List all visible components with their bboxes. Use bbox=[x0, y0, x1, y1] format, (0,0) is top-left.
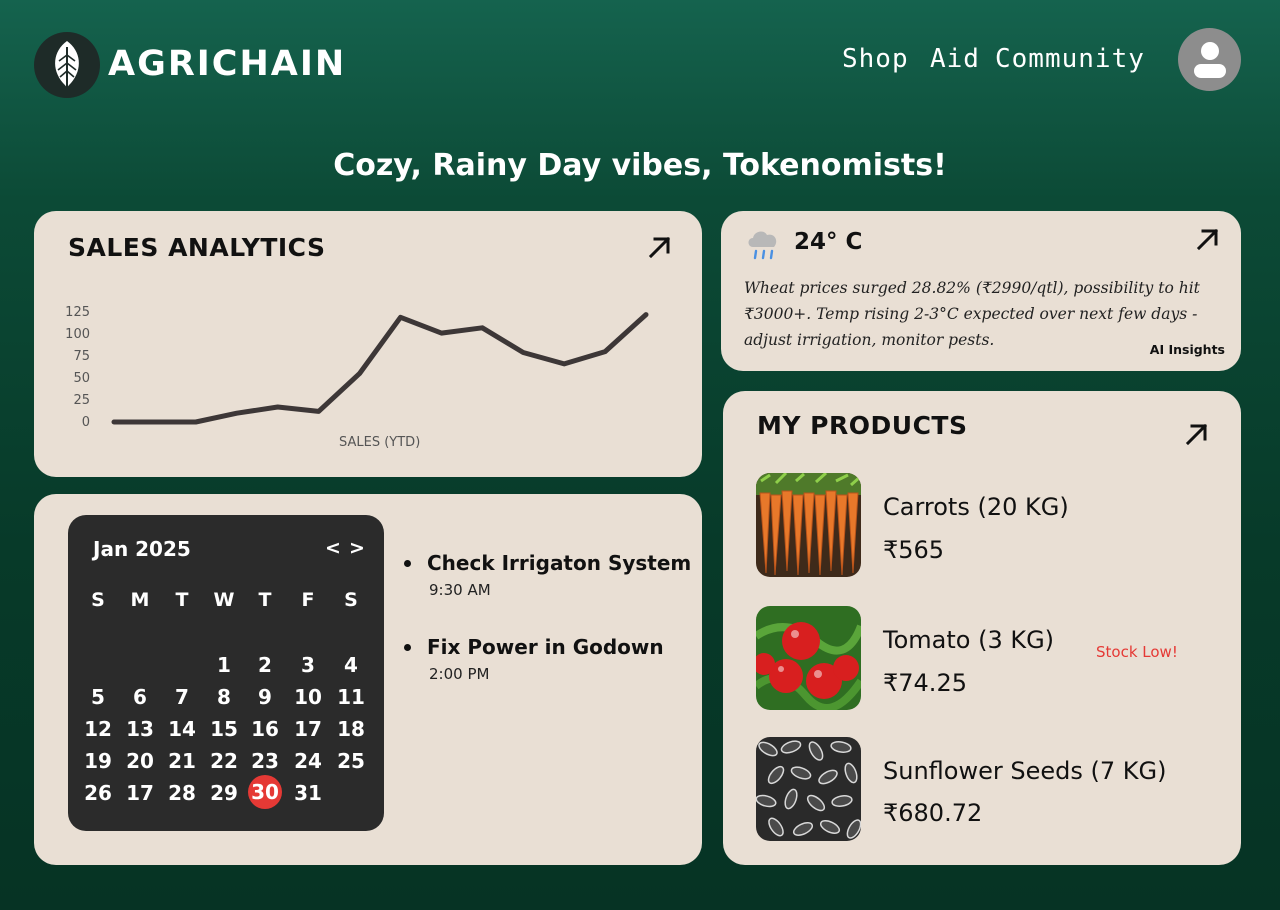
ai-insight-text: Wheat prices surged 28.82% (₹2990/qtl), … bbox=[744, 279, 1200, 349]
calendar-day[interactable]: 10 bbox=[291, 685, 325, 709]
arrow-up-right-icon bbox=[1185, 423, 1208, 446]
calendar-day[interactable]: 21 bbox=[165, 749, 199, 773]
calendar-day[interactable]: 24 bbox=[291, 749, 325, 773]
weather-expand-button[interactable] bbox=[1195, 226, 1221, 256]
avatar[interactable] bbox=[1178, 28, 1241, 91]
products-title: MY PRODUCTS bbox=[757, 411, 968, 440]
calendar-day[interactable]: 5 bbox=[81, 685, 115, 709]
calendar-day[interactable]: 18 bbox=[334, 717, 368, 741]
calendar-day[interactable]: 3 bbox=[291, 653, 325, 677]
calendar-day[interactable]: 19 bbox=[81, 749, 115, 773]
bullet-icon bbox=[404, 560, 411, 567]
task-time: 9:30 AM bbox=[429, 581, 491, 599]
weather-insights-card: 24° C Wheat prices surged 28.82% (₹2990/… bbox=[721, 211, 1241, 371]
schedule-card: Jan 2025 < > S M T W T F S 1 2 3 4 5 6 7 8 9 10 11 12 13 14 1… bbox=[34, 494, 702, 865]
sales-series-line bbox=[111, 312, 649, 425]
sales-analytics-card: SALES ANALYTICS 125 100 75 50 25 0 SALES… bbox=[34, 211, 702, 477]
carrots-image[interactable] bbox=[756, 473, 861, 577]
product-name[interactable]: Carrots (20 KG) bbox=[883, 493, 1069, 521]
logo-badge[interactable] bbox=[34, 32, 100, 98]
calendar: Jan 2025 < > S M T W T F S 1 2 3 4 5 6 7 8 9 10 11 12 13 14 1… bbox=[68, 515, 384, 831]
task-title: Fix Power in Godown bbox=[427, 635, 664, 659]
calendar-day[interactable]: 14 bbox=[165, 717, 199, 741]
calendar-day[interactable]: 17 bbox=[291, 717, 325, 741]
arrow-up-right-icon bbox=[1196, 228, 1219, 251]
calendar-day[interactable]: 12 bbox=[81, 717, 115, 741]
temperature: 24° C bbox=[794, 229, 863, 255]
calendar-day[interactable]: 17 bbox=[123, 781, 157, 805]
my-products-card: MY PRODUCTS Carrots (20 KG) ₹565 Tomato … bbox=[723, 391, 1241, 865]
greeting: Cozy, Rainy Day vibes, Tokenomists! bbox=[333, 148, 947, 183]
calendar-day[interactable]: 25 bbox=[334, 749, 368, 773]
calendar-day[interactable]: 29 bbox=[207, 781, 241, 805]
calendar-day[interactable]: 16 bbox=[248, 717, 282, 741]
products-expand-button[interactable] bbox=[1184, 421, 1210, 451]
product-price: ₹680.72 bbox=[883, 799, 983, 827]
calendar-prev-button[interactable]: < bbox=[325, 537, 341, 559]
weekday-label: W bbox=[213, 589, 235, 611]
weekday-label: S bbox=[91, 589, 105, 611]
weekday-label: F bbox=[301, 589, 315, 611]
calendar-day[interactable]: 23 bbox=[248, 749, 282, 773]
calendar-day[interactable]: 20 bbox=[123, 749, 157, 773]
sunflower-seeds-image[interactable] bbox=[756, 737, 861, 841]
weekday-label: T bbox=[175, 589, 189, 611]
product-price: ₹74.25 bbox=[883, 669, 967, 697]
product-name[interactable]: Tomato (3 KG) bbox=[883, 626, 1054, 654]
calendar-day-today[interactable]: 30 bbox=[248, 775, 282, 809]
calendar-day[interactable]: 31 bbox=[291, 781, 325, 805]
calendar-day[interactable]: 26 bbox=[81, 781, 115, 805]
weekday-label: M bbox=[130, 589, 150, 611]
calendar-day[interactable]: 28 bbox=[165, 781, 199, 805]
calendar-day[interactable]: 11 bbox=[334, 685, 368, 709]
user-icon bbox=[1193, 41, 1226, 78]
header: AGRICHAIN Shop Aid Community bbox=[0, 0, 1280, 130]
calendar-day[interactable]: 2 bbox=[248, 653, 282, 677]
leaf-icon bbox=[55, 41, 79, 89]
nav-community[interactable]: Community bbox=[995, 44, 1145, 74]
calendar-day[interactable]: 8 bbox=[207, 685, 241, 709]
calendar-day[interactable]: 15 bbox=[207, 717, 241, 741]
calendar-day[interactable]: 22 bbox=[207, 749, 241, 773]
stock-low-badge: Stock Low! bbox=[1096, 643, 1178, 661]
calendar-day[interactable]: 1 bbox=[207, 653, 241, 677]
ai-insights-tag: AI Insights bbox=[1149, 342, 1225, 357]
calendar-day[interactable]: 7 bbox=[165, 685, 199, 709]
x-axis-label: SALES (YTD) bbox=[339, 435, 421, 450]
weekday-label: T bbox=[258, 589, 272, 611]
task-time: 2:00 PM bbox=[429, 665, 490, 683]
task-title: Check Irrigaton System bbox=[427, 551, 692, 575]
weekday-label: S bbox=[344, 589, 358, 611]
nav-aid[interactable]: Aid bbox=[930, 44, 980, 74]
bullet-icon bbox=[404, 644, 411, 651]
calendar-next-button[interactable]: > bbox=[349, 537, 365, 559]
rain-cloud-icon bbox=[748, 231, 777, 260]
calendar-month: Jan 2025 bbox=[93, 537, 191, 561]
product-name[interactable]: Sunflower Seeds (7 KG) bbox=[883, 757, 1166, 785]
nav-shop[interactable]: Shop bbox=[842, 44, 909, 74]
calendar-day[interactable]: 6 bbox=[123, 685, 157, 709]
calendar-day[interactable]: 13 bbox=[123, 717, 157, 741]
calendar-day[interactable]: 4 bbox=[334, 653, 368, 677]
brand-name[interactable]: AGRICHAIN bbox=[108, 44, 346, 84]
tomato-image[interactable] bbox=[756, 606, 861, 710]
calendar-day[interactable]: 9 bbox=[248, 685, 282, 709]
product-price: ₹565 bbox=[883, 536, 945, 564]
